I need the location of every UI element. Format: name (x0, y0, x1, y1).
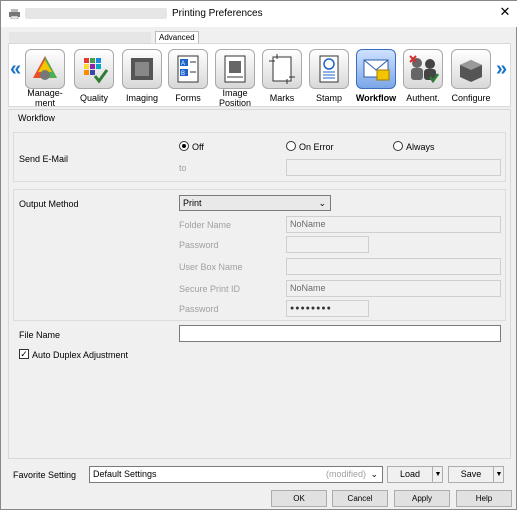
radio-on-error-label[interactable]: On Error (299, 142, 334, 152)
password-label: Password (179, 240, 219, 250)
cancel-button[interactable]: Cancel (332, 490, 388, 507)
category-label-marks: Marks (269, 93, 295, 103)
favorite-modified-label: (modified) (325, 469, 366, 479)
radio-off-label[interactable]: Off (192, 142, 204, 152)
secure-password-label: Password (179, 304, 219, 314)
svg-text:A: A (181, 61, 185, 67)
image-position-icon[interactable] (215, 49, 255, 89)
authentication-icon[interactable] (403, 49, 443, 89)
radio-always[interactable] (393, 141, 403, 151)
radio-on-error[interactable] (286, 141, 296, 151)
favorite-setting-label: Favorite Setting (13, 470, 77, 480)
email-to-field[interactable] (286, 159, 501, 176)
printer-name-redacted (25, 8, 167, 19)
file-name-field[interactable] (179, 325, 501, 342)
ok-button[interactable]: OK (271, 490, 327, 507)
file-name-label: File Name (19, 330, 61, 340)
quality-icon[interactable] (74, 49, 114, 89)
secure-password-field[interactable]: ●●●●●●●● (286, 300, 369, 317)
secure-print-id-field[interactable]: NoName (286, 280, 501, 297)
imaging-icon[interactable] (122, 49, 162, 89)
scroll-right-icon[interactable]: » (496, 59, 507, 79)
category-label-authentication: Authent. (406, 93, 440, 103)
scroll-left-icon[interactable]: « (10, 59, 21, 79)
apply-button[interactable]: Apply (394, 490, 450, 507)
output-method-select[interactable]: Print ⌄ (179, 195, 331, 211)
printing-preferences-window: Printing Preferences ✕ Advanced « » AB M… (0, 0, 517, 510)
output-method-label: Output Method (19, 199, 79, 209)
category-label-workflow: Workflow (355, 93, 397, 103)
chevron-down-icon: ⌄ (370, 469, 378, 479)
title-bar: Printing Preferences ✕ (1, 1, 517, 27)
category-label-quality: Quality (79, 93, 108, 103)
save-button[interactable]: Save ▼ (448, 466, 504, 483)
password-field[interactable] (286, 236, 369, 253)
favorite-setting-select[interactable]: Default Settings (modified) ⌄ (89, 466, 383, 483)
send-email-label: Send E-Mail (19, 154, 69, 164)
auto-duplex-checkbox[interactable]: ✓ (19, 349, 29, 359)
favorite-setting-value: Default Settings (93, 469, 157, 479)
tab-layout-redacted[interactable] (9, 32, 151, 43)
user-box-name-label: User Box Name (179, 262, 243, 272)
stamp-icon[interactable] (309, 49, 349, 89)
save-dropdown-icon[interactable]: ▼ (493, 467, 504, 482)
save-button-label: Save (460, 469, 482, 479)
category-label-image-position: Image Position (218, 88, 252, 108)
output-method-value: Print (183, 198, 202, 208)
window-title: Printing Preferences (172, 8, 263, 19)
forms-icon[interactable]: AB (168, 49, 208, 89)
section-title: Workflow (18, 113, 55, 123)
svg-text:B: B (181, 71, 185, 77)
category-label-forms: Forms (175, 93, 201, 103)
printer-icon (8, 8, 21, 20)
category-label-management: Manage-ment (27, 88, 63, 108)
management-icon[interactable] (25, 49, 65, 89)
to-label: to (179, 163, 187, 173)
radio-always-label[interactable]: Always (406, 142, 435, 152)
secure-print-id-label: Secure Print ID (179, 284, 241, 294)
marks-icon[interactable] (262, 49, 302, 89)
load-button-label: Load (399, 469, 421, 479)
auto-duplex-label[interactable]: Auto Duplex Adjustment (32, 350, 128, 360)
help-button[interactable]: Help (456, 490, 512, 507)
chevron-down-icon: ⌄ (318, 198, 326, 208)
folder-name-field[interactable]: NoName (286, 216, 501, 233)
category-label-stamp: Stamp (315, 93, 342, 103)
folder-name-label: Folder Name (179, 220, 232, 230)
load-dropdown-icon[interactable]: ▼ (432, 467, 443, 482)
configure-icon[interactable] (451, 49, 491, 89)
user-box-name-field[interactable] (286, 258, 501, 275)
workflow-icon[interactable] (356, 49, 396, 89)
radio-off[interactable] (179, 141, 189, 151)
close-icon[interactable]: ✕ (498, 5, 512, 19)
category-label-configure: Configure (451, 93, 491, 103)
load-button[interactable]: Load ▼ (387, 466, 443, 483)
